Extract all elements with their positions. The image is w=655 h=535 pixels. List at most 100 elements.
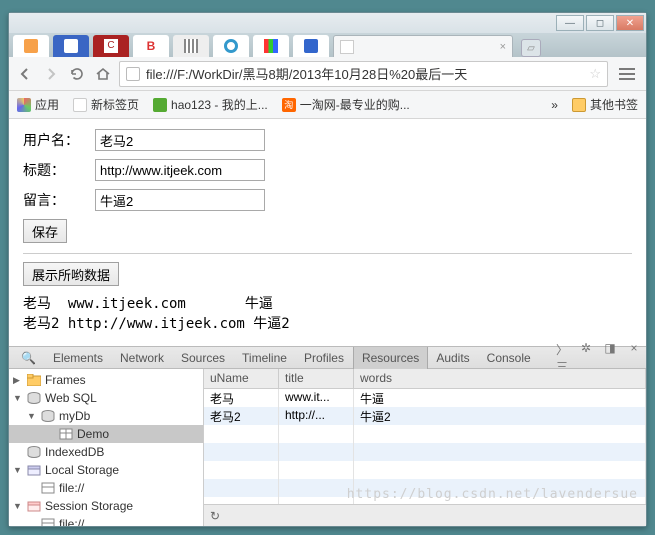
devtools-tab[interactable]: Profiles xyxy=(296,347,353,369)
devtools-tabs: 🔍 ElementsNetworkSourcesTimelineProfiles… xyxy=(9,347,646,369)
address-bar[interactable]: file:///F:/WorkDir/黑马8期/2013年10月28日%20最后… xyxy=(119,61,608,87)
devtools-footer: ↻ xyxy=(204,504,646,526)
username-input[interactable] xyxy=(95,129,265,151)
storage-icon xyxy=(27,500,41,512)
bookmark-star-icon[interactable]: ☆ xyxy=(589,66,601,82)
pinned-tab[interactable]: C xyxy=(93,35,129,57)
bookmark-item[interactable]: 新标签页 xyxy=(73,96,139,113)
cell xyxy=(204,461,279,479)
devtools-tab[interactable]: Network xyxy=(112,347,173,369)
table-row[interactable]: 老马www.it...牛逼 xyxy=(204,389,646,407)
message-label: 留言： xyxy=(23,190,87,210)
favicon-icon xyxy=(64,39,78,53)
overflow-button[interactable]: » xyxy=(551,98,558,112)
devtools-tab[interactable]: Audits xyxy=(428,347,478,369)
cell: http://... xyxy=(279,407,354,425)
pinned-tab[interactable] xyxy=(13,35,49,57)
page-icon xyxy=(73,98,87,112)
cell xyxy=(279,425,354,443)
tree-sessionstorage[interactable]: ▼Session Storage xyxy=(9,497,203,515)
cell: 老马2 xyxy=(204,407,279,425)
table-row[interactable] xyxy=(204,425,646,443)
table-row[interactable] xyxy=(204,479,646,497)
devtools-panel: 🔍 ElementsNetworkSourcesTimelineProfiles… xyxy=(9,346,646,526)
devtools-tab[interactable]: Console xyxy=(479,347,540,369)
reload-button[interactable] xyxy=(67,64,87,84)
pinned-tab[interactable] xyxy=(173,35,209,57)
table-row[interactable] xyxy=(204,443,646,461)
minimize-button[interactable]: — xyxy=(556,15,584,31)
pinned-tab[interactable]: B xyxy=(133,35,169,57)
devtools-tab[interactable]: Resources xyxy=(353,347,428,369)
apps-button[interactable]: 应用 xyxy=(17,96,59,113)
tree-file-origin[interactable]: file:// xyxy=(9,515,203,526)
col-title[interactable]: title xyxy=(279,369,354,388)
database-icon xyxy=(27,446,41,458)
other-bookmarks[interactable]: 其他书签 xyxy=(572,96,638,113)
favicon-icon xyxy=(184,39,198,53)
favicon-icon xyxy=(24,39,38,53)
tree-indexeddb[interactable]: IndexedDB xyxy=(9,443,203,461)
bookmark-item[interactable]: 淘一淘网-最专业的购... xyxy=(282,96,410,113)
title-input[interactable] xyxy=(95,159,265,181)
favicon-icon xyxy=(224,39,238,53)
tree-mydb[interactable]: ▼myDb xyxy=(9,407,203,425)
cell xyxy=(279,497,354,504)
username-label: 用户名： xyxy=(23,130,87,150)
page-content: 用户名： 标题： 留言： 保存 展示所哟数据 老马 www.itjeek.com… xyxy=(9,119,646,344)
devtools-tab[interactable]: Sources xyxy=(173,347,234,369)
table-row[interactable]: 老马2http://...牛逼2 xyxy=(204,407,646,425)
resources-sidebar[interactable]: ▶Frames ▼Web SQL ▼myDb Demo IndexedDB ▼L… xyxy=(9,369,204,526)
show-all-button[interactable]: 展示所哟数据 xyxy=(23,262,119,286)
col-uname[interactable]: uName xyxy=(204,369,279,388)
tree-localstorage[interactable]: ▼Local Storage xyxy=(9,461,203,479)
tab-close-icon[interactable]: × xyxy=(500,41,506,53)
favicon-icon: 淘 xyxy=(282,98,296,112)
cell xyxy=(279,443,354,461)
cell xyxy=(204,443,279,461)
cell: 老马 xyxy=(204,389,279,407)
table-icon xyxy=(59,428,73,440)
table-row[interactable] xyxy=(204,497,646,504)
cell xyxy=(204,479,279,497)
bookmark-item[interactable]: hao123 - 我的上... xyxy=(153,96,268,113)
cell xyxy=(354,461,646,479)
cell: www.it... xyxy=(279,389,354,407)
tree-websql[interactable]: ▼Web SQL xyxy=(9,389,203,407)
pinned-tab[interactable] xyxy=(253,35,289,57)
refresh-icon[interactable]: ↻ xyxy=(210,509,220,523)
new-tab-button[interactable]: ▱ xyxy=(521,39,541,57)
table-row[interactable] xyxy=(204,461,646,479)
devtools-tab[interactable]: Elements xyxy=(45,347,112,369)
devtools-tab[interactable]: Timeline xyxy=(234,347,296,369)
tabstrip: C B × ▱ xyxy=(9,33,646,57)
favicon-icon: B xyxy=(144,39,158,53)
cell xyxy=(354,425,646,443)
save-button[interactable]: 保存 xyxy=(23,219,67,243)
message-input[interactable] xyxy=(95,189,265,211)
folder-icon xyxy=(27,374,41,386)
back-button[interactable] xyxy=(15,64,35,84)
pinned-tab[interactable] xyxy=(53,35,89,57)
close-button[interactable]: ✕ xyxy=(616,15,644,31)
favicon-icon: C xyxy=(104,39,118,53)
title-label: 标题： xyxy=(23,160,87,180)
tree-demo-table[interactable]: Demo xyxy=(9,425,203,443)
home-button[interactable] xyxy=(93,64,113,84)
grid-body[interactable]: 老马www.it...牛逼老马2http://...牛逼2https://blo… xyxy=(204,389,646,504)
col-words[interactable]: words xyxy=(354,369,646,388)
forward-button[interactable] xyxy=(41,64,61,84)
menu-button[interactable] xyxy=(614,61,640,87)
record-line: 老马 www.itjeek.com 牛逼 xyxy=(23,294,632,314)
tree-file-origin[interactable]: file:// xyxy=(9,479,203,497)
maximize-button[interactable]: ◻ xyxy=(586,15,614,31)
file-icon xyxy=(126,67,140,81)
tree-frames[interactable]: ▶Frames xyxy=(9,371,203,389)
pinned-tab[interactable] xyxy=(293,35,329,57)
devtools-search-icon[interactable]: 🔍 xyxy=(13,347,45,369)
active-tab[interactable]: × xyxy=(333,35,513,57)
favicon-icon xyxy=(304,39,318,53)
database-icon xyxy=(27,392,41,404)
favicon-icon xyxy=(264,39,278,53)
pinned-tab[interactable] xyxy=(213,35,249,57)
